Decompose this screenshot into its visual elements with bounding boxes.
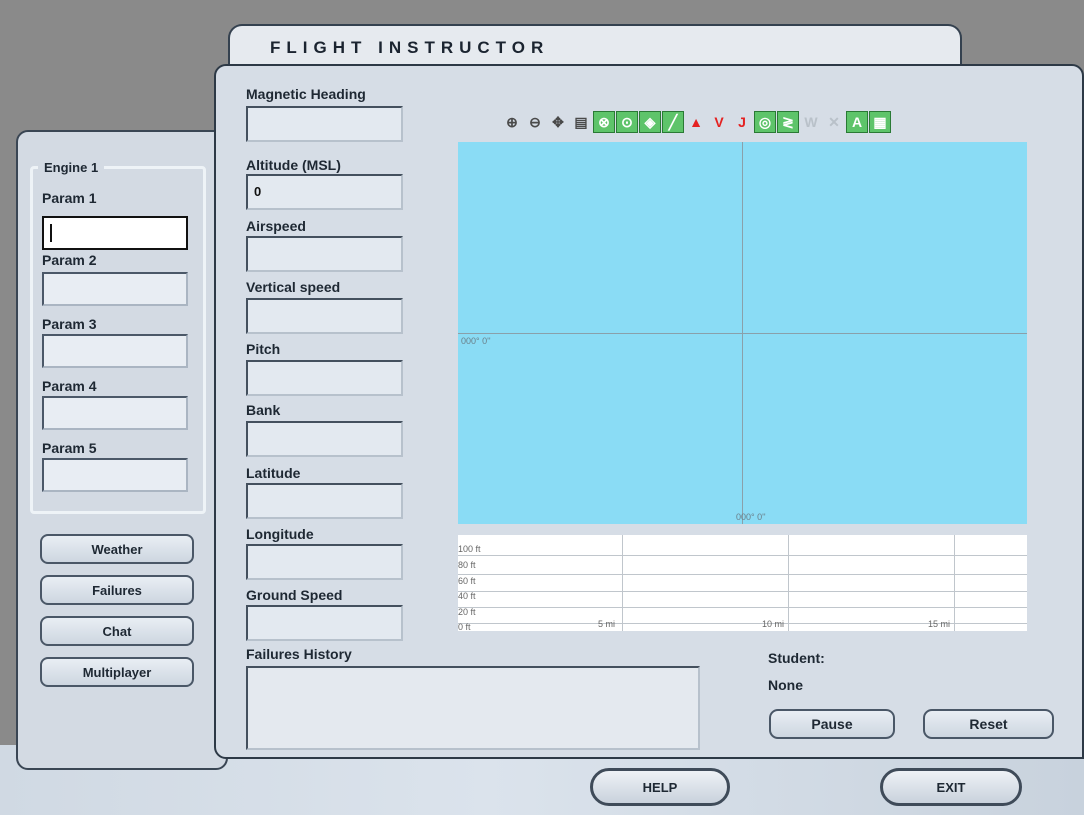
pitch-label: Pitch [246,341,281,357]
profile-gridline [458,555,1027,556]
main-panel: Magnetic Heading Altitude (MSL) 0 Airspe… [214,64,1084,759]
zoom-in-icon[interactable]: ⊕ [501,111,523,133]
failures-history-box[interactable] [246,666,700,750]
profile-gridline [622,535,623,631]
failures-button[interactable]: Failures [40,575,194,605]
profile-y-label: 100 ft [458,544,481,554]
magnetic-heading-field[interactable] [246,106,403,142]
airway-icon[interactable]: ╱ [662,111,684,133]
airspeed-field[interactable] [246,236,403,272]
profile-y-label: 20 ft [458,607,476,617]
param-2-label: Param 2 [42,252,97,268]
param-5-input[interactable] [42,458,188,492]
pause-button[interactable]: Pause [769,709,895,739]
profile-x-label: 10 mi [762,619,785,629]
profile-y-label: 60 ft [458,576,476,586]
ndb-icon[interactable]: ⊙ [616,111,638,133]
map-parallel-line [458,333,1027,334]
param-4-input[interactable] [42,396,188,430]
weather-button[interactable]: Weather [40,534,194,564]
map-longitude-label: 000° 0'' [736,512,766,522]
bank-field[interactable] [246,421,403,457]
student-name: None [768,677,803,693]
magnetic-heading-label: Magnetic Heading [246,86,366,102]
failures-history-label: Failures History [246,646,352,662]
w-icon[interactable]: W [800,111,822,133]
airspeed-label: Airspeed [246,218,306,234]
latitude-field[interactable] [246,483,403,519]
profile-gridline [954,535,955,631]
vertical-speed-field[interactable] [246,298,403,334]
help-button[interactable]: HELP [590,768,730,806]
j-icon[interactable]: J [731,111,753,133]
text-cursor [50,224,52,242]
profile-gridline [788,535,789,631]
zoom-out-icon[interactable]: ⊖ [524,111,546,133]
left-panel: Engine 1 Param 1 Param 2 Param 3 Param 4… [16,130,228,770]
profile-x-label: 5 mi [598,619,616,629]
v-icon[interactable]: V [708,111,730,133]
param-4-label: Param 4 [42,378,97,394]
param-3-input[interactable] [42,334,188,368]
param-2-input[interactable] [42,272,188,306]
vertical-speed-label: Vertical speed [246,279,341,295]
route-icon[interactable]: ≷ [777,111,799,133]
ground-speed-field[interactable] [246,605,403,641]
profile-gridline [458,607,1027,608]
pitch-field[interactable] [246,360,403,396]
map-latitude-label: 000° 0'' [461,336,491,346]
longitude-label: Longitude [246,526,314,542]
bank-label: Bank [246,402,281,418]
param-1-input[interactable] [42,216,188,250]
labels-icon[interactable]: A [846,111,868,133]
ils-icon[interactable]: ◈ [639,111,661,133]
param-3-label: Param 3 [42,316,97,332]
profile-gridline [458,574,1027,575]
ground-speed-label: Ground Speed [246,587,343,603]
terrain-icon[interactable]: ◎ [754,111,776,133]
param-5-label: Param 5 [42,440,97,456]
latitude-label: Latitude [246,465,301,481]
altitude-field[interactable]: 0 [246,174,403,210]
longitude-field[interactable] [246,544,403,580]
profile-y-label: 40 ft [458,591,476,601]
param-1-label: Param 1 [42,190,97,206]
altitude-label: Altitude (MSL) [246,157,341,173]
profile-y-label: 80 ft [458,560,476,570]
profile-gridline [458,591,1027,592]
airport-icon[interactable]: ▲ [685,111,707,133]
map-icon[interactable]: ▦ [869,111,891,133]
multiplayer-button[interactable]: Multiplayer [40,657,194,687]
x-icon[interactable]: ✕ [823,111,845,133]
profile-y-label: 0 ft [458,622,471,632]
map-view[interactable]: 000° 0'' 000° 0'' [458,142,1027,524]
altitude-profile: 100 ft 80 ft 60 ft 40 ft 20 ft 0 ft 5 mi… [458,535,1027,632]
engine-group-label: Engine 1 [38,160,105,175]
vor-icon[interactable]: ⊗ [593,111,615,133]
student-label: Student: [768,650,825,666]
print-icon[interactable]: ▤ [570,111,592,133]
reset-button[interactable]: Reset [923,709,1054,739]
map-toolbar: ⊕ ⊖ ✥ ▤ ⊗ ⊙ ◈ ╱ ▲ V J ◎ ≷ W ✕ A ▦ [501,111,892,137]
exit-button[interactable]: EXIT [880,768,1022,806]
profile-x-label: 15 mi [928,619,951,629]
window-title: FLIGHT INSTRUCTOR [270,38,550,57]
chat-button[interactable]: Chat [40,616,194,646]
center-icon[interactable]: ✥ [547,111,569,133]
